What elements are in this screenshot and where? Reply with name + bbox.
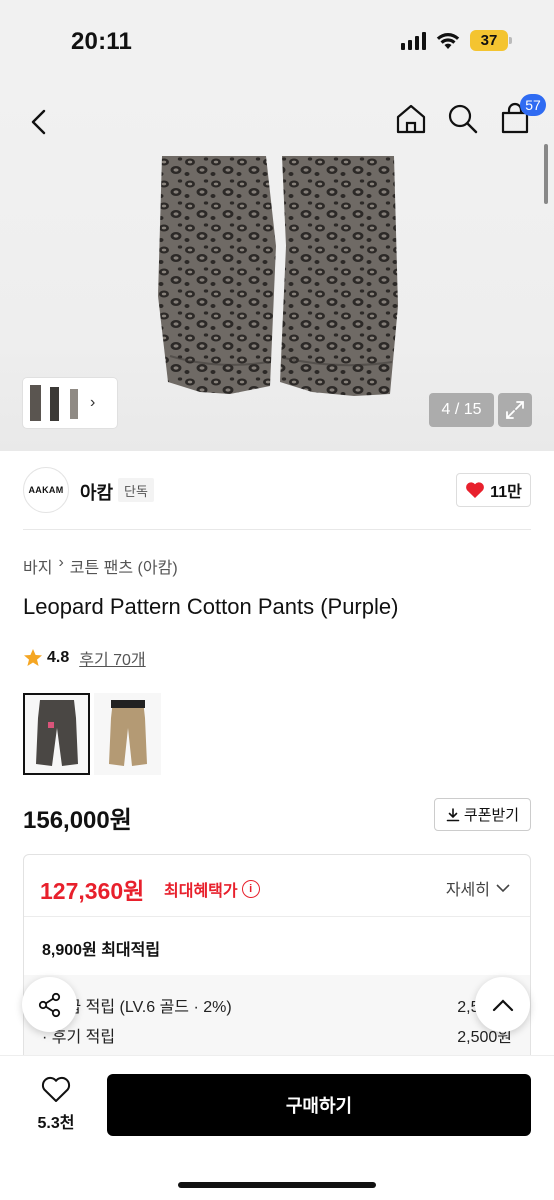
back-icon[interactable]	[24, 106, 56, 138]
rating-score: 4.8	[47, 649, 70, 666]
points-row: · 등급 적립 (LV.6 골드 · 2%) 2,500원	[42, 993, 512, 1023]
expand-button[interactable]	[498, 393, 532, 427]
image-counter: 4 / 15	[429, 393, 494, 427]
cart-count-badge: 57	[520, 94, 546, 116]
star-icon	[24, 649, 42, 666]
wifi-icon	[436, 32, 460, 49]
thumbnail-image	[50, 387, 59, 421]
reviews-link[interactable]: 후기 70개	[79, 646, 145, 670]
chevron-up-icon	[492, 998, 513, 1011]
brand-logo-text: AAKAM	[28, 485, 64, 495]
breadcrumb-item[interactable]: 바지	[23, 554, 52, 578]
wishlist-count: 5.3천	[37, 1115, 75, 1132]
product-image	[158, 156, 398, 396]
brand-like-count: 11만	[490, 484, 522, 501]
coupon-label: 쿠폰받기	[463, 807, 520, 824]
expand-icon	[506, 401, 524, 419]
status-bar: 20:11 37	[0, 0, 554, 88]
detail-label: 자세히	[445, 882, 490, 899]
breadcrumb-item[interactable]: 코튼 팬츠 (아캄)	[70, 554, 178, 578]
exclusive-tag: 단독	[118, 478, 154, 502]
max-benefit-label-text: 최대혜택가	[164, 883, 238, 900]
download-icon	[446, 807, 460, 821]
heart-icon	[41, 1076, 71, 1102]
breadcrumb: 바지 › 코튼 팬츠 (아캄)	[23, 554, 178, 578]
status-time: 20:11	[71, 28, 133, 55]
cellular-signal-icon	[401, 31, 426, 50]
product-image-gallery[interactable]: 57 › 4 / 15	[0, 88, 554, 451]
max-benefit-label: 최대혜택가 i	[164, 877, 260, 901]
coupon-button[interactable]: 쿠폰받기	[434, 798, 531, 831]
share-button[interactable]	[22, 977, 77, 1032]
thumbnail-image	[70, 389, 78, 419]
heart-filled-icon	[466, 482, 485, 498]
buy-button[interactable]: 구매하기	[107, 1074, 531, 1136]
home-indicator	[178, 1182, 376, 1188]
bottom-action-bar: 5.3천 구매하기	[0, 1055, 554, 1200]
max-benefit-row: 127,360원 최대혜택가 i 자세히	[24, 855, 530, 917]
scrollbar[interactable]	[544, 144, 548, 204]
home-icon[interactable]	[394, 102, 428, 136]
rating: 4.8 후기 70개	[23, 646, 146, 670]
brand-row: AAKAM 아캄 단독 11만	[0, 451, 554, 529]
color-option-image	[35, 700, 78, 766]
original-price: 156,000원	[23, 807, 132, 834]
battery-indicator: 37	[470, 30, 512, 51]
battery-level: 37	[480, 32, 498, 49]
color-option-purple[interactable]	[23, 693, 90, 775]
brand-name[interactable]: 아캄	[80, 479, 113, 505]
status-icons: 37	[401, 30, 512, 51]
top-nav-actions: 57	[394, 94, 546, 136]
max-points-row: 8,900원 최대적립	[24, 917, 530, 975]
color-options	[23, 693, 161, 775]
product-title: Leopard Pattern Cotton Pants (Purple)	[23, 594, 399, 619]
wishlist-button[interactable]: 5.3천	[26, 1076, 86, 1133]
image-thumbnail-strip[interactable]: ›	[23, 378, 117, 428]
divider	[23, 529, 531, 530]
share-icon	[38, 992, 60, 1017]
chevron-right-icon: ›	[90, 394, 96, 411]
max-benefit-price: 127,360원	[40, 878, 145, 904]
color-option-image	[108, 700, 147, 766]
color-option-beige[interactable]	[94, 693, 161, 775]
points-row: · 후기 적립 2,500원	[42, 1023, 512, 1053]
max-points: 8,900원 최대적립	[42, 942, 161, 959]
info-icon[interactable]: i	[241, 880, 260, 898]
chevron-down-icon	[496, 884, 510, 893]
scroll-top-button[interactable]	[475, 977, 530, 1032]
cart-button[interactable]: 57	[498, 94, 546, 136]
benefit-box: 127,360원 최대혜택가 i 자세히 8,900원 최대적립 · 등급 적립…	[23, 854, 531, 1069]
brand-logo[interactable]: AAKAM	[23, 467, 69, 513]
thumbnail-image	[30, 385, 41, 421]
chevron-right-icon: ›	[58, 554, 64, 571]
benefit-detail-toggle[interactable]: 자세히	[446, 876, 510, 900]
search-icon[interactable]	[446, 102, 480, 136]
brand-like-button[interactable]: 11만	[456, 473, 531, 507]
